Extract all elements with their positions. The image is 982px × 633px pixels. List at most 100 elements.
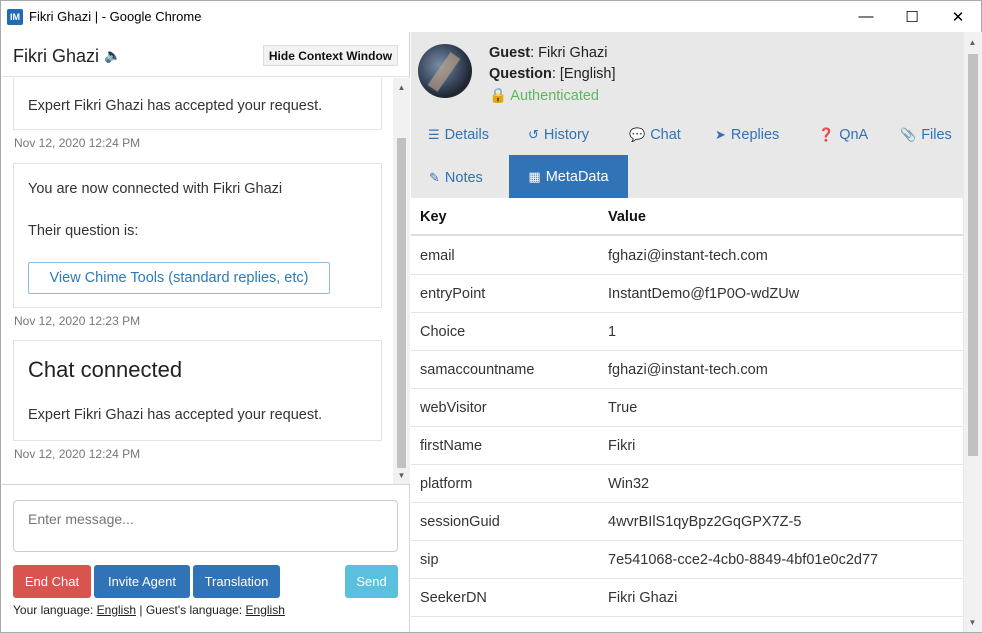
message-timestamp: Nov 12, 2020 12:24 PM	[14, 136, 141, 150]
row-key: email	[420, 248, 455, 264]
row-key: firstName	[420, 438, 483, 454]
chat-message-card: Expert Fikri Ghazi has accepted your req…	[13, 78, 382, 130]
row-value: Fikri Ghazi	[608, 590, 678, 606]
minimize-icon[interactable]: —	[843, 1, 889, 32]
metadata-table: Key Value email fghazi@instant-tech.com e…	[411, 198, 963, 632]
language-line: Your language: English | Guest's languag…	[13, 603, 285, 617]
chat-connected-heading: Chat connected	[28, 357, 183, 382]
row-key: sessionGuid	[420, 514, 500, 530]
window-title: Fikri Ghazi | - Google Chrome	[29, 9, 202, 24]
tab-chat[interactable]: 💬 Chat	[629, 113, 681, 156]
view-chime-tools-button[interactable]: View Chime Tools (standard replies, etc)	[28, 262, 330, 294]
row-value: 7e541068-cce2-4cb0-8849-4bf01e0c2d77	[608, 552, 879, 568]
chat-header: Fikri Ghazi 🔈 Hide Context Window	[2, 32, 410, 77]
your-language-label: Your language:	[13, 603, 94, 617]
end-chat-button[interactable]: End Chat	[13, 565, 91, 598]
question-line: Question: [English]	[489, 66, 616, 82]
auth-status: 🔒 Authenticated	[489, 87, 599, 104]
guest-line: Guest: Fikri Ghazi	[489, 45, 607, 61]
tab-history[interactable]: ↺ History	[528, 113, 589, 156]
send-icon: ➤	[715, 126, 726, 142]
compose-area: End Chat Invite Agent Translation Send Y…	[2, 484, 410, 632]
maximize-icon[interactable]: ☐	[889, 1, 935, 32]
scroll-up-icon[interactable]: ▲	[393, 80, 410, 94]
context-pane: Guest: Fikri Ghazi Question: [English] 🔒…	[411, 32, 982, 632]
table-row: SeekerDN Fikri Ghazi	[411, 579, 963, 617]
tab-label: Replies	[730, 126, 780, 143]
tab-label: History	[543, 126, 590, 143]
message-text: Expert Fikri Ghazi has accepted your req…	[28, 98, 323, 114]
row-value: Fikri	[608, 438, 636, 454]
invite-agent-button[interactable]: Invite Agent	[94, 565, 190, 598]
tab-details[interactable]: ☰ Details	[428, 113, 489, 156]
tab-label: Files	[921, 126, 952, 143]
table-row: platform Win32	[411, 465, 963, 503]
scroll-up-icon[interactable]: ▲	[964, 35, 981, 49]
chat-scrollbar[interactable]: ▲ ▼	[393, 78, 410, 484]
list-icon: ☰	[428, 126, 440, 142]
scroll-down-icon[interactable]: ▼	[393, 468, 410, 482]
message-timestamp: Nov 12, 2020 12:24 PM	[14, 447, 141, 461]
row-key: sip	[420, 552, 439, 568]
row-value: InstantDemo@f1P0O-wdZUw	[608, 286, 800, 302]
tab-notes[interactable]: ✎ Notes	[429, 156, 483, 199]
question-circle-icon: ❓	[818, 126, 835, 142]
question-value: : [English]	[551, 66, 616, 82]
row-value: 4wvrBIlS1qyBpz2GqGPX7Z-5	[608, 514, 802, 530]
row-key: samaccountname	[420, 362, 535, 378]
history-icon: ↺	[528, 126, 539, 142]
your-language-link[interactable]: English	[97, 603, 136, 617]
hide-context-button[interactable]: Hide Context Window	[263, 45, 398, 66]
header-value: Value	[608, 209, 646, 225]
row-value: Win32	[608, 476, 650, 492]
tab-files[interactable]: 📎 Files	[900, 113, 952, 156]
scroll-thumb[interactable]	[968, 54, 978, 456]
scroll-down-icon[interactable]: ▼	[964, 615, 981, 629]
auth-status-text: Authenticated	[510, 88, 599, 104]
row-key: platform	[420, 476, 473, 492]
speaker-icon[interactable]: 🔈	[104, 47, 121, 64]
guest-language-link[interactable]: English	[246, 603, 285, 617]
app-icon: IM	[7, 8, 23, 25]
browser-window: IM Fikri Ghazi | - Google Chrome — ☐ ✕ F…	[0, 0, 982, 633]
chat-bubbles-icon: 💬	[629, 126, 646, 142]
tab-qna[interactable]: ❓ QnA	[818, 113, 868, 156]
tab-label: Details	[444, 126, 489, 143]
table-row: firstName Fikri	[411, 427, 963, 465]
translation-button[interactable]: Translation	[193, 565, 280, 598]
avatar	[418, 44, 472, 98]
table-row: email fghazi@instant-tech.com	[411, 237, 963, 275]
chat-pane: Fikri Ghazi 🔈 Hide Context Window Expert…	[2, 32, 410, 632]
chat-message-card: You are now connected with Fikri Ghazi T…	[13, 163, 382, 308]
message-input[interactable]	[13, 500, 398, 552]
question-label: Question	[489, 66, 552, 82]
row-value: True	[608, 400, 638, 416]
agent-name: Fikri Ghazi	[13, 46, 100, 66]
tab-label: MetaData	[545, 168, 609, 185]
close-icon[interactable]: ✕	[935, 1, 981, 32]
table-row: sessionGuid 4wvrBIlS1qyBpz2GqGPX7Z-5	[411, 503, 963, 541]
scroll-thumb[interactable]	[397, 138, 406, 468]
tab-metadata[interactable]: ▦ MetaData	[509, 155, 628, 198]
chat-history[interactable]: Expert Fikri Ghazi has accepted your req…	[2, 78, 410, 484]
send-button[interactable]: Send	[345, 565, 398, 598]
title-bar: IM Fikri Ghazi | - Google Chrome — ☐ ✕	[1, 1, 981, 32]
tab-label: Chat	[650, 126, 681, 143]
row-value: 1	[608, 324, 617, 340]
tab-replies[interactable]: ➤ Replies	[715, 113, 779, 156]
message-timestamp: Nov 12, 2020 12:23 PM	[14, 314, 141, 328]
language-separator: |	[139, 603, 143, 617]
row-value: fghazi@instant-tech.com	[608, 248, 768, 264]
table-row: samaccountname fghazi@instant-tech.com	[411, 351, 963, 389]
table-row: webVisitor True	[411, 389, 963, 427]
chat-message-card: Chat connected Expert Fikri Ghazi has ac…	[13, 340, 382, 441]
message-text: You are now connected with Fikri Ghazi	[28, 181, 283, 197]
edit-icon: ✎	[429, 169, 440, 185]
header-key: Key	[420, 209, 447, 225]
row-value: fghazi@instant-tech.com	[608, 362, 768, 378]
context-scrollbar[interactable]: ▲ ▼	[964, 32, 982, 632]
table-icon: ▦	[528, 168, 541, 184]
row-key: webVisitor	[420, 400, 487, 416]
row-key: entryPoint	[420, 286, 486, 302]
tab-label: QnA	[839, 126, 869, 143]
